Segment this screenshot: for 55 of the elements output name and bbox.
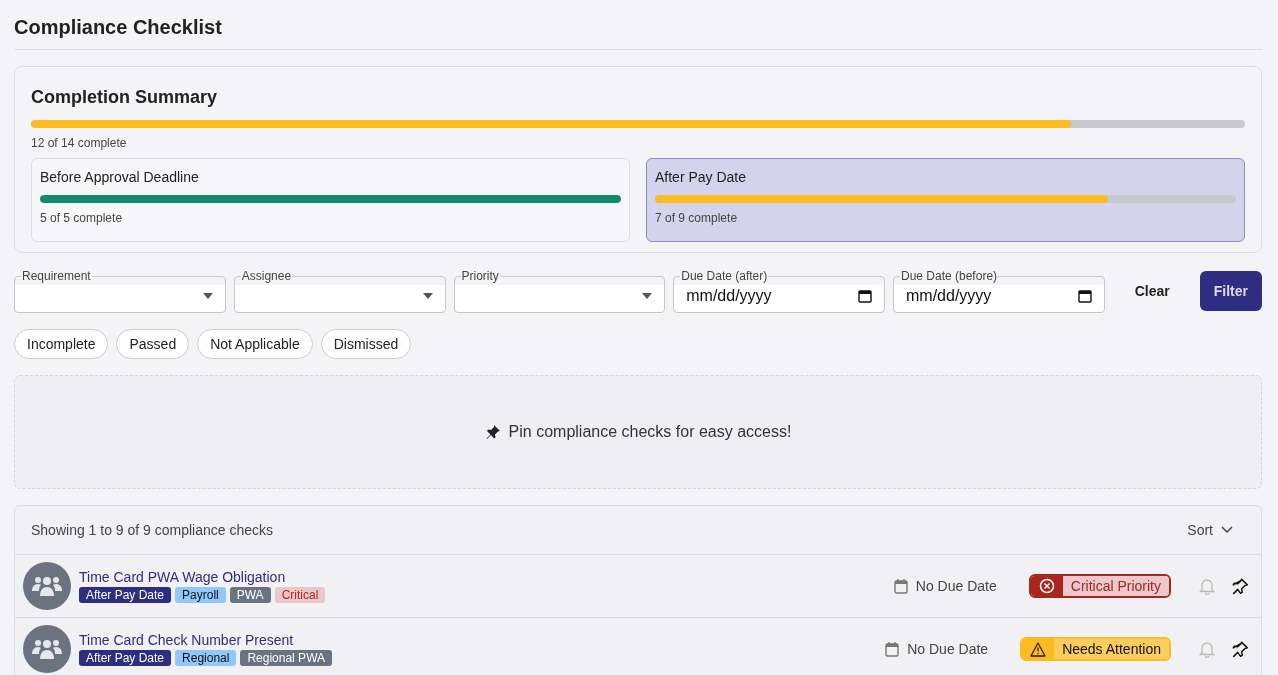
summary-title: Completion Summary <box>31 87 219 108</box>
calendar-icon <box>885 641 900 657</box>
progress-caption: 12 of 14 complete <box>31 136 128 150</box>
chevron-down-icon <box>1221 526 1233 534</box>
filter-button[interactable]: Filter <box>1199 271 1262 311</box>
check-title-link[interactable]: Time Card Check Number Present <box>79 632 294 648</box>
progress-caption: 7 of 9 complete <box>655 211 739 225</box>
tag: Regional PWA <box>240 650 332 666</box>
date-field[interactable]: Due Date (before) mm/dd/yyyy <box>893 269 1105 313</box>
status-chip[interactable]: Incomplete <box>14 329 109 359</box>
tag: PWA <box>229 587 271 603</box>
status-chip[interactable]: Not Applicable <box>197 329 313 359</box>
close-circle-icon <box>1038 578 1055 594</box>
select-field[interactable]: Assignee <box>233 269 446 313</box>
group-title: After Pay Date <box>655 169 748 185</box>
pin-hint-text: Pin compliance checks for easy access! <box>508 423 792 441</box>
select-field[interactable]: Requirement <box>14 269 226 313</box>
date-placeholder: mm/dd/yyyy <box>906 286 992 305</box>
field-label: Due Date (before) <box>900 269 999 283</box>
tag: Payroll <box>175 587 226 603</box>
date-field[interactable]: Due Date (after) mm/dd/yyyy <box>673 269 885 313</box>
field-label: Due Date (after) <box>680 269 769 283</box>
tag: Critical <box>274 587 326 603</box>
field-label: Assignee <box>240 269 293 283</box>
due-date: No Due Date <box>915 578 997 594</box>
field-label: Requirement <box>21 269 92 283</box>
date-placeholder: mm/dd/yyyy <box>686 286 772 305</box>
tag: Regional <box>175 650 237 666</box>
caret-icon <box>642 292 653 299</box>
status-badge: Needs Attention <box>1020 637 1171 661</box>
due-date: No Due Date <box>907 641 989 657</box>
warning-icon <box>1030 641 1047 657</box>
group-title: Before Approval Deadline <box>40 169 200 185</box>
status-badge: Critical Priority <box>1028 574 1171 598</box>
page-title: Compliance Checklist <box>14 0 1262 50</box>
pushpin-icon <box>484 424 501 440</box>
calendar-icon <box>858 288 872 303</box>
calendar-icon <box>1077 288 1092 303</box>
status-chip[interactable]: Dismissed <box>320 329 412 359</box>
tag: After Pay Date <box>79 650 172 666</box>
select-field[interactable]: Priority <box>453 269 666 313</box>
results-count: Showing 1 to 9 of 9 compliance checks <box>31 522 274 538</box>
group-avatar <box>23 562 71 610</box>
check-title-link[interactable]: Time Card PWA Wage Obligation <box>79 569 286 585</box>
status-chip[interactable]: Passed <box>116 329 190 359</box>
sort-button[interactable]: Sort <box>1181 521 1239 539</box>
tag: After Pay Date <box>79 587 172 603</box>
caret-icon <box>202 292 213 299</box>
caret-icon <box>422 292 433 299</box>
clear-button[interactable]: Clear <box>1112 275 1192 307</box>
group-card[interactable]: After Pay Date 7 of 9 complete <box>646 158 1245 242</box>
group-card[interactable]: Before Approval Deadline 5 of 5 complete <box>31 158 630 242</box>
calendar-icon <box>893 578 908 594</box>
field-label: Priority <box>460 269 500 283</box>
progress-caption: 5 of 5 complete <box>40 211 124 225</box>
